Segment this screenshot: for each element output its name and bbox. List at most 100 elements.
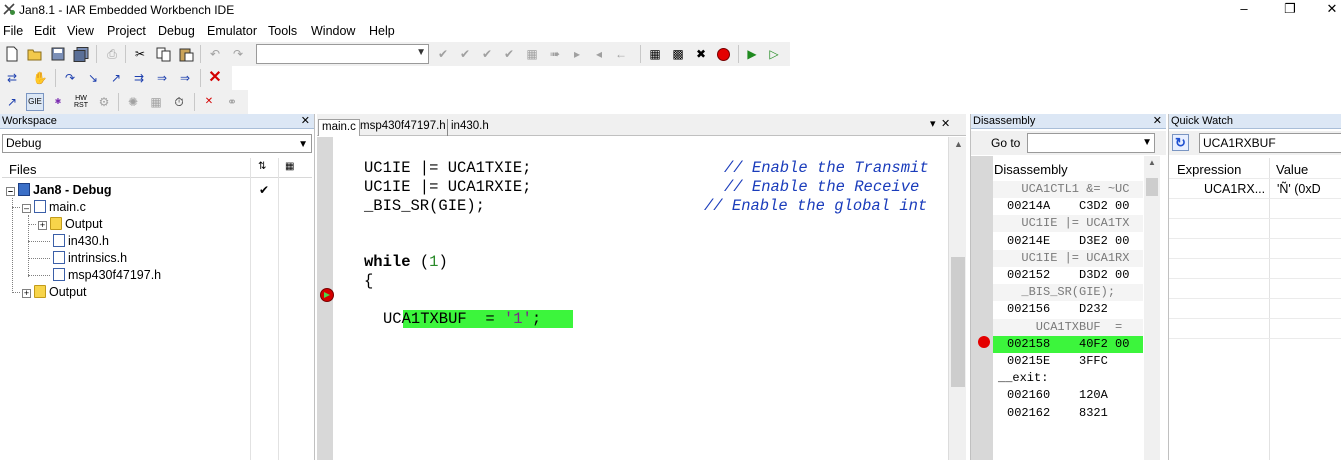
watch-expression-cell[interactable]: UCA1RX... (1204, 182, 1265, 196)
disassembly-line[interactable]: 002152 D3D2 00 (993, 267, 1143, 284)
tree-main-c[interactable]: – main.c (22, 200, 86, 217)
state-storage-icon[interactable]: ✺ (124, 93, 142, 111)
save-all-icon[interactable] (72, 45, 90, 63)
disassembly-source-line[interactable]: UC1IE |= UCA1TX (993, 215, 1143, 233)
bookmark-next-icon[interactable]: ▸ (568, 45, 586, 63)
refresh-icon[interactable]: ↻ (1172, 134, 1189, 151)
menu-emulator[interactable]: Emulator (207, 24, 257, 38)
disassembly-line[interactable]: 002156 D232 (993, 301, 1143, 318)
next-statement-icon[interactable]: ⇉ (130, 69, 148, 87)
tab-in430-h[interactable]: in430.h (447, 119, 492, 136)
stop-debugging-icon[interactable]: ✕ (206, 69, 224, 87)
disassembly-line[interactable]: 00215E 3FFC (993, 353, 1143, 370)
compile-icon[interactable]: ▦ (646, 45, 664, 63)
find-combo[interactable]: ▼ (256, 44, 429, 64)
navigate-back-icon[interactable]: ← (612, 45, 630, 63)
copy-icon[interactable] (154, 45, 172, 63)
open-folder-icon[interactable] (26, 45, 44, 63)
gie-toggle-button[interactable]: GIE (26, 93, 44, 111)
close-icon[interactable]: ✕ (301, 114, 310, 128)
stop-build-icon[interactable]: ✖ (692, 45, 710, 63)
tree-msp430-h[interactable]: msp430f47197.h (53, 268, 161, 285)
watch-value-cell[interactable]: 'Ñ' (0xD (1277, 182, 1321, 196)
download-debug-icon[interactable]: ▶ (743, 45, 761, 63)
expand-icon[interactable]: + (22, 289, 31, 298)
minimize-icon[interactable]: – (1234, 1, 1254, 16)
menu-window[interactable]: Window (311, 24, 355, 38)
tab-msp430f47197-h[interactable]: msp430f47197.h (357, 119, 449, 136)
menu-debug[interactable]: Debug (158, 24, 195, 38)
menu-edit[interactable]: Edit (34, 24, 56, 38)
editor-scrollbar[interactable]: ▲ (948, 137, 966, 460)
collapse-icon[interactable]: – (22, 204, 31, 213)
paste-icon[interactable] (177, 45, 195, 63)
undo-icon[interactable]: ↶ (206, 45, 224, 63)
clear-breakpoints-icon[interactable]: ✕ (200, 93, 218, 111)
step-over-icon[interactable]: ↷ (61, 69, 79, 87)
new-file-icon[interactable] (3, 45, 21, 63)
bookmark-prev-icon[interactable]: ◂ (590, 45, 608, 63)
disassembly-line[interactable]: 002162 8321 (993, 405, 1143, 422)
tab-main-c[interactable]: main.c (318, 119, 360, 136)
menu-file[interactable]: File (3, 24, 23, 38)
tab-menu-icon[interactable]: ▾ (930, 117, 936, 130)
disassembly-source-line[interactable]: UC1IE |= UCA1RX (993, 249, 1143, 267)
clock-control-icon[interactable]: ⏱ (170, 93, 188, 111)
step-into-icon[interactable]: ↘ (84, 69, 102, 87)
step-out-icon[interactable]: ↗ (107, 69, 125, 87)
go-icon[interactable]: ⇒ (176, 69, 194, 87)
disassembly-source-line[interactable]: _BIS_SR(GIE); (993, 284, 1143, 302)
comments-icon[interactable]: ⚭ (223, 93, 241, 111)
menu-tools[interactable]: Tools (268, 24, 297, 38)
tree-project[interactable]: – Jan8 - Debug (6, 183, 112, 200)
close-icon[interactable]: ✕ (941, 117, 950, 130)
bookmark-toggle-icon[interactable]: ➠ (546, 45, 564, 63)
run-free-icon[interactable]: ↗ (3, 93, 21, 111)
goto-input[interactable]: ▼ (1027, 133, 1155, 153)
menu-project[interactable]: Project (107, 24, 146, 38)
disassembly-line[interactable]: 002160 120A (993, 387, 1143, 404)
expand-icon[interactable]: + (38, 221, 47, 230)
menu-help[interactable]: Help (369, 24, 395, 38)
release-jtag-icon[interactable]: ⚙ (95, 93, 113, 111)
trace-icon[interactable]: ▦ (147, 93, 165, 111)
tree-output-sub[interactable]: + Output (38, 217, 103, 234)
code-area[interactable]: UC1IE |= UCA1TXIE; // Enable the Transmi… (335, 137, 947, 460)
hw-reset-icon[interactable]: HW RST (72, 93, 90, 111)
break-icon[interactable]: ✋ (31, 69, 49, 87)
goto-icon[interactable]: ▦ (523, 45, 541, 63)
cut-icon[interactable]: ✂ (131, 45, 149, 63)
expression-input[interactable]: UCA1RXBUF (1199, 133, 1341, 153)
find-next-icon[interactable]: ✔ (456, 45, 474, 63)
disassembly-scrollbar[interactable]: ▲ (1144, 156, 1160, 460)
scrollbar-thumb[interactable] (951, 257, 965, 387)
disassembly-line[interactable]: 002158 40F2 00 (993, 335, 1143, 353)
disassembly-line[interactable]: 00214A C3D2 00 (993, 198, 1143, 215)
close-window-icon[interactable]: ✕ (1322, 1, 1341, 17)
save-icon[interactable] (49, 45, 67, 63)
disassembly-gutter[interactable] (971, 156, 993, 460)
close-icon[interactable]: ✕ (1153, 114, 1162, 128)
tree-in430-h[interactable]: in430.h (53, 234, 109, 251)
toggle-breakpoint-icon[interactable] (714, 45, 732, 63)
configuration-select[interactable]: Debug ▼ (2, 134, 312, 153)
multi-reset-icon[interactable]: ✱ (49, 93, 67, 111)
run-to-cursor-icon[interactable]: ⇒ (153, 69, 171, 87)
print-icon[interactable]: ⎙ (103, 45, 121, 63)
scroll-up-icon[interactable]: ▲ (954, 139, 963, 149)
scroll-up-icon[interactable]: ▲ (1148, 158, 1156, 167)
reset-icon[interactable]: ⇄ (3, 69, 21, 87)
replace-icon[interactable]: ✔ (500, 45, 518, 63)
tree-output[interactable]: + Output (22, 285, 87, 302)
breakpoint-icon[interactable] (978, 336, 990, 348)
scrollbar-thumb[interactable] (1146, 178, 1158, 196)
column-options-icon[interactable]: ⇅ (258, 161, 266, 172)
find-icon[interactable]: ✔ (434, 45, 452, 63)
debug-without-download-icon[interactable]: ▷ (765, 45, 783, 63)
disassembly-source-line[interactable]: UCA1TXBUF = (993, 318, 1143, 336)
restore-icon[interactable]: ❐ (1280, 1, 1300, 17)
collapse-icon[interactable]: – (6, 187, 15, 196)
tree-intrinsics-h[interactable]: intrinsics.h (53, 251, 127, 268)
find-prev-icon[interactable]: ✔ (478, 45, 496, 63)
make-icon[interactable]: ▩ (669, 45, 687, 63)
